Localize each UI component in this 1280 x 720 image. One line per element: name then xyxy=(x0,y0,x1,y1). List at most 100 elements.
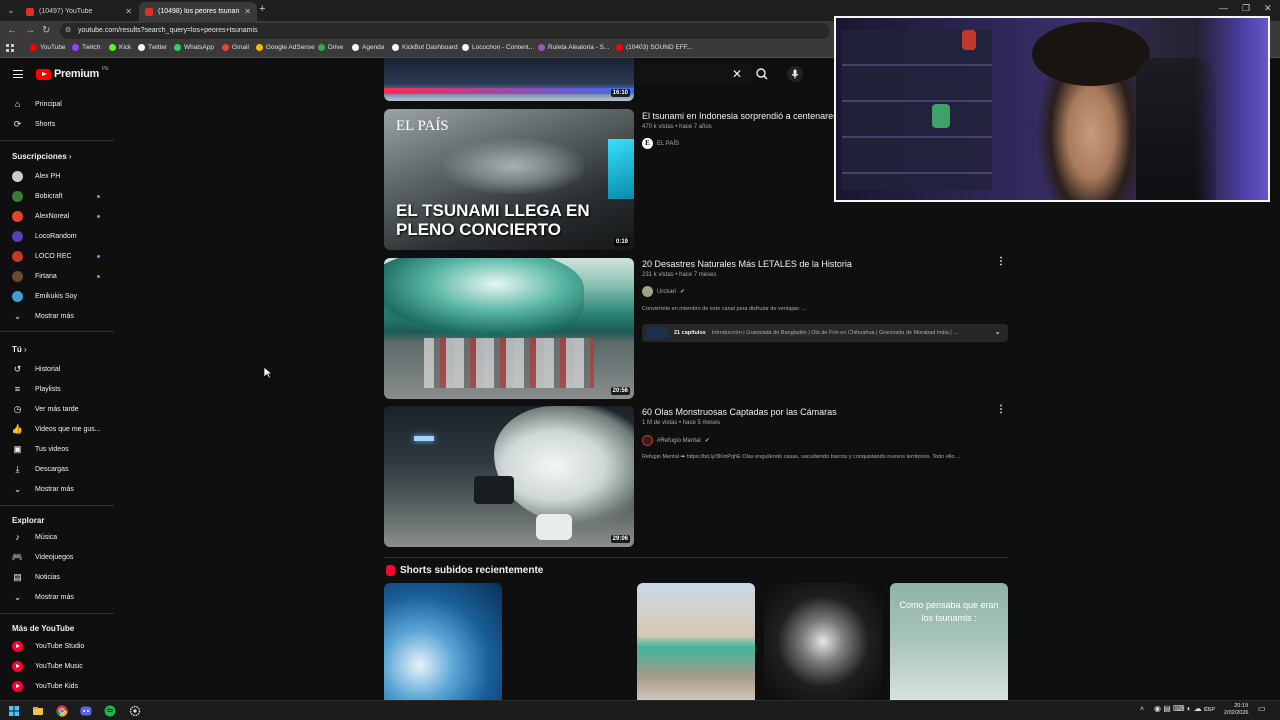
new-tab-button[interactable]: + xyxy=(259,3,265,15)
you-header[interactable]: Tú › xyxy=(12,345,27,354)
youtube-studio-icon xyxy=(12,640,23,652)
window-close-icon[interactable]: ✕ xyxy=(1264,3,1272,14)
voice-search-button[interactable] xyxy=(787,66,803,82)
short-thumbnail[interactable] xyxy=(764,583,882,700)
minimize-icon[interactable]: — xyxy=(1219,3,1228,13)
video-thumbnail[interactable]: 16:10 xyxy=(384,58,634,101)
sidebar-item-historial[interactable]: ↺ Historial xyxy=(12,362,61,376)
video-thumbnail[interactable]: EL PAÍS EL TSUNAMI LLEGA EN PLENO CONCIE… xyxy=(384,109,634,250)
short-thumbnail[interactable] xyxy=(384,583,502,700)
clear-search-icon[interactable]: ✕ xyxy=(732,67,742,81)
chevron-down-icon[interactable]: ⌄ xyxy=(994,327,1001,336)
thumbnail-text: EL TSUNAMI LLEGA EN PLENO CONCIERTO xyxy=(396,201,590,239)
youtube-premium-logo[interactable]: Premium PE xyxy=(36,66,109,80)
clock[interactable]: 20:19 2/02/2026 xyxy=(1224,703,1248,717)
sidebar-channel-locorandom[interactable]: LocoRandom xyxy=(12,229,77,243)
chrome-icon[interactable] xyxy=(56,705,68,717)
notification-icon[interactable]: ▭ xyxy=(1258,705,1266,713)
sidebar-item-your-videos[interactable]: ▣ Tus videos xyxy=(12,442,68,456)
video-thumbnail[interactable]: 29:06 xyxy=(384,406,634,547)
sidebar-channel-loco-rec[interactable]: LOCO REC xyxy=(12,249,100,263)
youtube-icon xyxy=(616,44,623,51)
close-tab-icon[interactable]: ✕ xyxy=(244,7,251,16)
webcam-shelf xyxy=(842,30,992,190)
bookmark-locochon[interactable]: Locochon - Content... xyxy=(462,44,534,51)
browser-tab-active[interactable]: (10498) los peores tsunamis - Yo ✕ xyxy=(139,2,257,21)
browser-tab[interactable]: (10497) YouTube ✕ xyxy=(20,2,138,21)
bookmark-twitter[interactable]: Twitter xyxy=(138,44,167,51)
more-actions-icon[interactable]: ⋮ xyxy=(996,404,1006,415)
address-bar[interactable]: ⚙ youtube.com/results?search_query=los+p… xyxy=(60,23,830,39)
spotify-icon[interactable] xyxy=(104,705,116,717)
channel-link[interactable]: Urckari ✔ xyxy=(642,286,685,297)
sidebar-channel-alexnoreal[interactable]: AlexNoreal xyxy=(12,209,100,223)
short-thumbnail[interactable]: Como pensaba que eran los tsunamis : xyxy=(890,583,1008,700)
settings-icon[interactable] xyxy=(129,705,141,717)
sidebar-item-watch-later[interactable]: ◷ Ver más tarde xyxy=(12,402,79,416)
apps-icon[interactable] xyxy=(6,44,14,52)
reload-icon[interactable]: ↻ xyxy=(42,25,50,36)
video-title[interactable]: 20 Desastres Naturales Más LETALES de la… xyxy=(642,259,852,269)
tray-icons[interactable]: ◉ ▤ ⌨ ◐ ☁ ⌂ xyxy=(1154,705,1209,713)
video-thumbnail[interactable]: 20:56 xyxy=(384,258,634,399)
sidebar-channel-bobicraft[interactable]: Bobicraft xyxy=(12,189,100,203)
sidebar-item-musica[interactable]: ♪ Música xyxy=(12,530,57,544)
subscriptions-header[interactable]: Suscripciones › xyxy=(12,152,72,161)
tray-chevron-icon[interactable]: ˄ xyxy=(1140,706,1144,713)
explore-show-more[interactable]: ⌄ Mostrar más xyxy=(12,590,74,604)
youtube-icon xyxy=(30,44,37,51)
restore-icon[interactable]: ❐ xyxy=(1242,3,1250,14)
sidebar-item-videojuegos[interactable]: 🎮 Videojuegos xyxy=(12,550,74,564)
sidebar-channel-alex-ph[interactable]: Alex PH xyxy=(12,169,60,183)
sidebar-channel-emikukis-soy[interactable]: Emikukis Soy xyxy=(12,289,77,303)
bookmark-twitch[interactable]: Twitch xyxy=(72,44,100,51)
short-thumbnail[interactable] xyxy=(637,583,755,700)
bookmark-ruleta[interactable]: Ruleta Aleatoria - S... xyxy=(538,44,609,51)
sidebar-item-youtube-studio[interactable]: YouTube Studio xyxy=(12,639,84,653)
sidebar-item-youtube-music[interactable]: YouTube Music xyxy=(12,659,83,673)
x-icon xyxy=(138,44,145,51)
search-button[interactable] xyxy=(752,64,772,84)
sidebar-item-principal[interactable]: ⌂ Principal xyxy=(12,97,62,111)
sidebar-item-liked-videos[interactable]: 👍 Videos que me gus... xyxy=(12,422,101,436)
sidebar-divider xyxy=(0,140,114,141)
mic-icon xyxy=(791,69,799,79)
file-explorer-icon[interactable] xyxy=(32,705,44,717)
sidebar-item-youtube-kids[interactable]: YouTube Kids xyxy=(12,679,78,693)
guide-menu-icon[interactable] xyxy=(13,70,23,78)
bookmark-gmail[interactable]: Gmail xyxy=(222,44,249,51)
chapters-row[interactable]: 21 capítulos Introducción | Granizada de… xyxy=(642,324,1008,342)
channel-link[interactable]: E EL PAÍS xyxy=(642,138,679,149)
bookmark-icon xyxy=(462,44,469,51)
sidebar-item-shorts[interactable]: ⟳ Shorts xyxy=(12,117,56,131)
subscriptions-show-more[interactable]: ⌄ Mostrar más xyxy=(12,309,74,323)
language-indicator[interactable]: ESP xyxy=(1204,707,1215,714)
bookmark-sound-effects[interactable]: (10403) SOUND EFF... xyxy=(616,44,692,51)
tab-search-icon[interactable]: ⌄ xyxy=(4,3,18,17)
bookmark-whatsapp[interactable]: WhatsApp xyxy=(174,44,214,51)
duration-badge: 20:56 xyxy=(610,387,630,395)
bookmark-youtube[interactable]: YouTube xyxy=(30,44,66,51)
you-show-more[interactable]: ⌄ Mostrar más xyxy=(12,482,74,496)
forward-icon[interactable]: → xyxy=(25,25,35,36)
bookmark-drive[interactable]: Drive xyxy=(318,44,343,51)
sidebar-item-downloads[interactable]: ⤓ Descargas xyxy=(12,462,69,476)
site-info-icon[interactable]: ⚙ xyxy=(65,23,71,39)
bookmark-kickbot[interactable]: KickBot Dashboard xyxy=(392,44,458,51)
sidebar-divider xyxy=(0,613,114,614)
bookmark-adsense[interactable]: Google AdSense xyxy=(256,44,315,51)
discord-icon[interactable] xyxy=(80,705,92,717)
bookmark-agenda[interactable]: Agenda xyxy=(352,44,384,51)
video-title[interactable]: El tsunami en Indonesia sorprendió a cen… xyxy=(642,111,838,121)
youtube-favicon-icon xyxy=(145,7,153,16)
channel-link[interactable]: #Refugio Mental ✔ xyxy=(642,435,710,446)
close-tab-icon[interactable]: ✕ xyxy=(125,7,132,16)
video-title[interactable]: 60 Olas Monstruosas Captadas por las Cám… xyxy=(642,407,837,417)
sidebar-channel-firtana[interactable]: Firtana xyxy=(12,269,100,283)
back-icon[interactable]: ← xyxy=(7,25,17,36)
bookmark-kick[interactable]: Kick xyxy=(109,44,131,51)
windows-start-icon[interactable] xyxy=(8,705,20,717)
more-actions-icon[interactable]: ⋮ xyxy=(996,256,1006,267)
sidebar-item-noticias[interactable]: ▤ Noticias xyxy=(12,570,60,584)
sidebar-item-playlists[interactable]: ≡ Playlists xyxy=(12,382,61,396)
